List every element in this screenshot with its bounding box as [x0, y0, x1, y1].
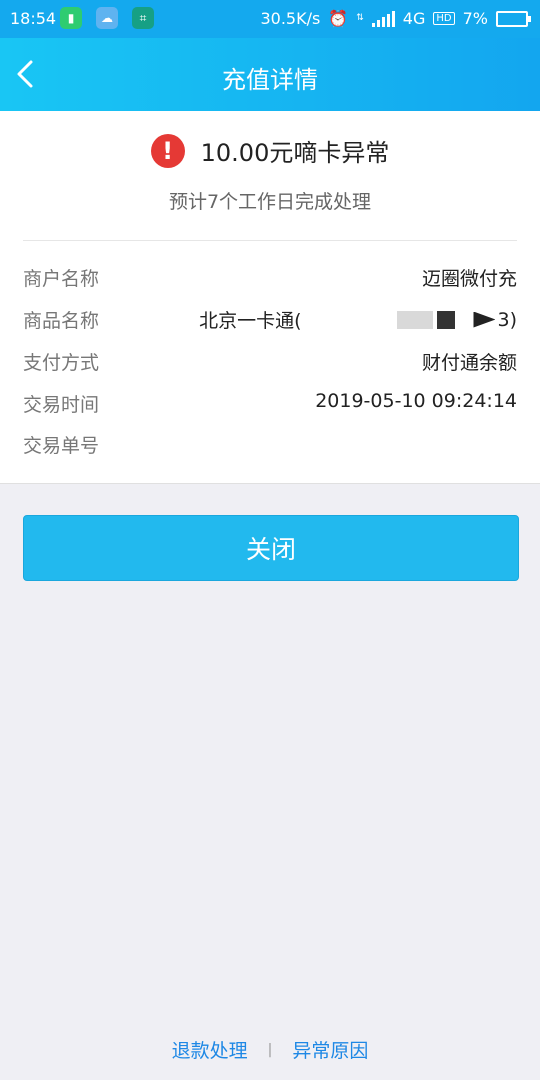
redaction-mark — [437, 310, 456, 329]
battery-icon — [496, 10, 531, 27]
data-arrows-icon: ⇅ — [356, 13, 364, 23]
detail-value: 财付通余额 — [421, 352, 517, 374]
processing-note: 预计7个工作日完成处理 — [168, 191, 372, 213]
battery-percent: 7% — [462, 9, 488, 28]
page-title: 充值详情 — [222, 66, 318, 94]
footer-links: 退款处理 | 异常原因 — [0, 1036, 540, 1063]
scan-icon: ⌗ — [132, 7, 154, 29]
alarm-icon: ⏰ — [328, 9, 349, 28]
exclamation-icon: ! — [150, 133, 185, 168]
detail-label: 商品名称 — [23, 310, 100, 332]
close-button[interactable]: 关闭 — [23, 515, 519, 581]
network-type: 4G — [402, 9, 426, 28]
detail-value: 北京一卡通( 3) — [199, 306, 517, 333]
detail-row-merchant: 商户名称 迈圈微付充 — [23, 264, 517, 294]
detail-value: 迈圈微付充 — [421, 268, 517, 290]
status-bar: 18:54 ▮ ☁ ⌗ 30.5K/s ⏰ ⇅ 4G HD 7% — [0, 0, 540, 38]
refund-link[interactable]: 退款处理 — [172, 1036, 248, 1063]
title-bar: 充值详情 — [0, 38, 540, 111]
detail-row-time: 交易时间 2019-05-10 09:24:14 — [23, 390, 517, 420]
detail-label: 交易单号 — [23, 435, 100, 455]
redaction-mark — [473, 311, 496, 328]
goods-name-start: 北京一卡通( — [199, 310, 302, 332]
detail-label: 支付方式 — [23, 352, 100, 374]
detail-label: 交易时间 — [23, 394, 100, 416]
status-time: 18:54 — [10, 9, 57, 28]
status-right-group: 30.5K/s ⏰ ⇅ 4G HD 7% — [260, 9, 531, 28]
goods-name-end: 3) — [497, 308, 517, 331]
weather-icon: ☁ — [96, 7, 118, 29]
status-line: ! 10.00元嘀卡异常 — [0, 133, 540, 168]
detail-label: 商户名称 — [23, 268, 100, 290]
hd-badge: HD — [433, 12, 455, 25]
detail-row-order-id: 交易单号 — [23, 431, 517, 455]
signal-icon — [371, 10, 395, 27]
redaction-mark — [397, 310, 434, 329]
status-text: 10.00元嘀卡异常 — [200, 139, 390, 167]
detail-card: ! 10.00元嘀卡异常 预计7个工作日完成处理 商户名称 迈圈微付充 商品名称… — [0, 111, 540, 484]
detail-row-payment: 支付方式 财付通余额 — [23, 348, 517, 378]
detail-value: 2019-05-10 09:24:14 — [315, 390, 517, 412]
reason-link[interactable]: 异常原因 — [292, 1036, 368, 1063]
divider — [23, 240, 517, 241]
detail-row-goods: 商品名称 北京一卡通( 3) — [23, 306, 517, 336]
battery-saver-icon: ▮ — [60, 7, 82, 29]
footer-separator: | — [267, 1041, 273, 1058]
network-speed: 30.5K/s — [260, 9, 321, 28]
